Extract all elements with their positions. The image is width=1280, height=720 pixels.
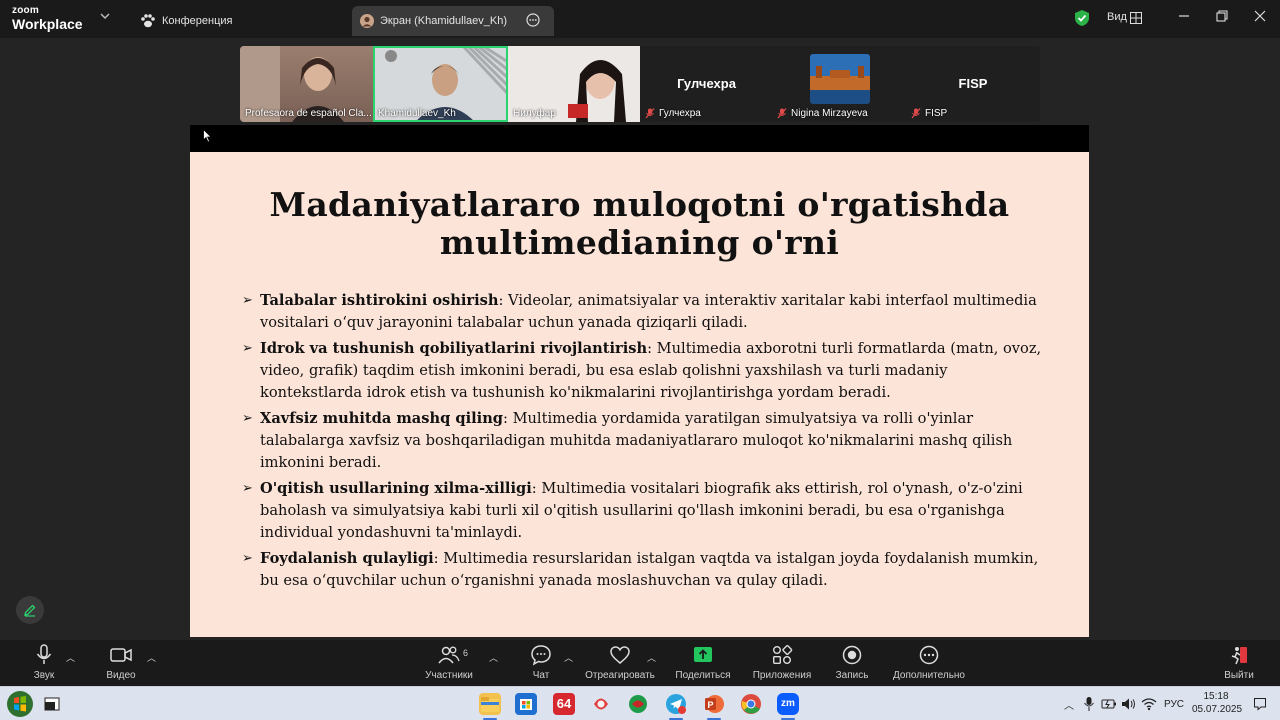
- microsoft-store-icon[interactable]: [515, 693, 537, 715]
- slide-title: Madaniyatlararo muloqotni o'rgatishda mu…: [269, 185, 1010, 262]
- mic-muted-icon: [777, 108, 787, 119]
- chevron-down-icon[interactable]: [100, 12, 110, 23]
- apps-icon: [773, 645, 793, 664]
- leave-icon: [1231, 647, 1247, 665]
- tray-overflow-icon[interactable]: ︿: [1064, 697, 1074, 712]
- participants-icon: [438, 646, 460, 664]
- zoom-logo[interactable]: zoom Workplace: [12, 6, 83, 32]
- participants-options-caret[interactable]: ︿: [489, 651, 498, 664]
- chat-options-caret[interactable]: ︿: [564, 651, 573, 664]
- annotate-pen-button[interactable]: [16, 596, 44, 624]
- record-button[interactable]: Запись: [817, 644, 887, 681]
- tray-wifi-icon[interactable]: [1141, 697, 1157, 716]
- react-button[interactable]: Отреагировать: [585, 644, 655, 681]
- notifications-icon[interactable]: [1253, 697, 1267, 716]
- participant-tile[interactable]: Нилуфар: [508, 46, 640, 122]
- avatar: [360, 14, 374, 28]
- windows-taskbar: 64 P zm ︿ РУС 15:18 05.07.2025: [0, 686, 1280, 720]
- participant-name: Nigina Mirzayeva: [791, 108, 868, 119]
- svg-text:P: P: [708, 700, 714, 710]
- share-screen-button[interactable]: Поделиться: [668, 644, 738, 681]
- clock[interactable]: 15:18 05.07.2025: [1192, 691, 1242, 715]
- tab-conference[interactable]: Конференция: [140, 6, 232, 36]
- audio-options-caret[interactable]: ︿: [66, 651, 75, 664]
- heart-icon: [610, 646, 630, 664]
- powerpoint-icon[interactable]: P: [703, 693, 725, 715]
- minimize-icon[interactable]: [1177, 9, 1191, 23]
- react-options-caret[interactable]: ︿: [647, 651, 656, 664]
- arrow-bullet-icon: ➢: [242, 293, 253, 308]
- mouse-cursor-icon: [203, 128, 213, 148]
- participant-tile-active[interactable]: Khamidullaev_Kh: [373, 46, 508, 122]
- leave-button[interactable]: Выйти: [1204, 644, 1274, 681]
- tab-screen-label: Экран (Khamidullaev_Kh): [380, 15, 508, 27]
- arrow-bullet-icon: ➢: [242, 551, 253, 566]
- participant-name: Khamidullaev_Kh: [378, 108, 456, 119]
- paw-icon: [141, 14, 155, 28]
- arrow-bullet-icon: ➢: [242, 341, 253, 356]
- shared-screen-header: [190, 125, 1089, 152]
- more-icon: [919, 645, 939, 665]
- apps-button[interactable]: Приложения: [747, 644, 817, 681]
- participant-tile[interactable]: Nigina Mirzayeva: [773, 46, 906, 122]
- participants-button[interactable]: Участники: [414, 644, 484, 681]
- pencil-icon: [24, 604, 36, 617]
- video-options-caret[interactable]: ︿: [147, 651, 156, 664]
- arrow-bullet-icon: ➢: [242, 481, 253, 496]
- chrome-icon[interactable]: [740, 693, 762, 715]
- participant-display-name: Гулчехра: [677, 76, 736, 91]
- arrow-bullet-icon: ➢: [242, 411, 253, 426]
- chat-bubble-icon: [531, 645, 551, 666]
- close-icon[interactable]: [1253, 9, 1267, 23]
- participant-tile[interactable]: Profesaora de español Cla...: [240, 46, 373, 122]
- more-button[interactable]: Дополнительно: [893, 644, 965, 681]
- record-icon: [842, 645, 862, 665]
- tray-volume-icon[interactable]: [1121, 697, 1137, 716]
- video-camera-icon: [110, 648, 132, 662]
- task-view-icon[interactable]: [44, 697, 60, 711]
- participant-name: Profesaora de español Cla...: [245, 108, 372, 119]
- participant-display-name: FISP: [958, 76, 988, 91]
- file-explorer-icon[interactable]: [479, 693, 501, 715]
- mic-muted-icon: [911, 108, 921, 119]
- participants-count: 6: [463, 648, 469, 658]
- windows-logo-icon: [7, 691, 33, 717]
- more-options-icon[interactable]: [526, 13, 546, 30]
- tab-screen-share[interactable]: Экран (Khamidullaev_Kh): [352, 6, 554, 36]
- app-chat-icon[interactable]: [627, 693, 649, 715]
- video-button[interactable]: Видео: [86, 644, 156, 681]
- slide-bullet-list: ➢ Talabalar ishtirokini oshirish: Videol…: [242, 290, 1054, 596]
- participant-name: Нилуфар: [513, 108, 556, 119]
- participant-strip: Profesaora de español Cla... Khamidullae…: [240, 46, 1040, 122]
- slide-bullet: ➢ Xavfsiz muhitda mashq qiling: Multimed…: [242, 410, 1013, 471]
- tab-conference-label: Конференция: [162, 15, 233, 27]
- microphone-icon: [36, 644, 52, 664]
- app-swirl-icon[interactable]: [590, 693, 612, 715]
- start-button[interactable]: [6, 690, 34, 718]
- slide-bullet: ➢ Idrok va tushunish qobiliyatlarini riv…: [242, 340, 1042, 401]
- title-bar: zoom Workplace Конференция Экран (Khamid…: [0, 0, 1280, 38]
- zoom-app-icon[interactable]: zm: [777, 693, 799, 715]
- app-64-icon[interactable]: 64: [553, 693, 575, 715]
- slide-bullet: ➢ O'qitish usullarining xilma-xilligi: M…: [242, 480, 1023, 541]
- share-screen-icon: [694, 647, 712, 662]
- participant-name: Гулчехра: [659, 108, 701, 119]
- shield-check-icon[interactable]: [1074, 9, 1090, 32]
- slide-bullet: ➢ Foydalanish qulayligi: Multimedia resu…: [242, 550, 1039, 589]
- restore-icon[interactable]: [1215, 9, 1229, 23]
- tray-battery-icon[interactable]: [1101, 697, 1117, 716]
- participant-name: FISP: [925, 108, 948, 119]
- meeting-toolbar: Звук ︿ Видео ︿ Участники 6 ︿ Чат ︿ Отреа…: [0, 640, 1280, 686]
- participant-tile[interactable]: Гулчехра Гулчехра: [640, 46, 773, 122]
- telegram-icon[interactable]: [665, 693, 687, 715]
- mic-muted-icon: [645, 108, 655, 119]
- grid-view-icon[interactable]: [1130, 11, 1142, 29]
- shared-slide: Madaniyatlararo muloqotni o'rgatishda mu…: [190, 152, 1089, 637]
- participant-avatar-photo: [810, 54, 870, 104]
- participant-tile[interactable]: FISP FISP: [906, 46, 1040, 122]
- tray-microphone-icon[interactable]: [1083, 696, 1095, 717]
- view-button[interactable]: Вид: [1107, 11, 1127, 23]
- slide-bullet: ➢ Talabalar ishtirokini oshirish: Videol…: [242, 292, 1037, 331]
- keyboard-language[interactable]: РУС: [1164, 699, 1184, 710]
